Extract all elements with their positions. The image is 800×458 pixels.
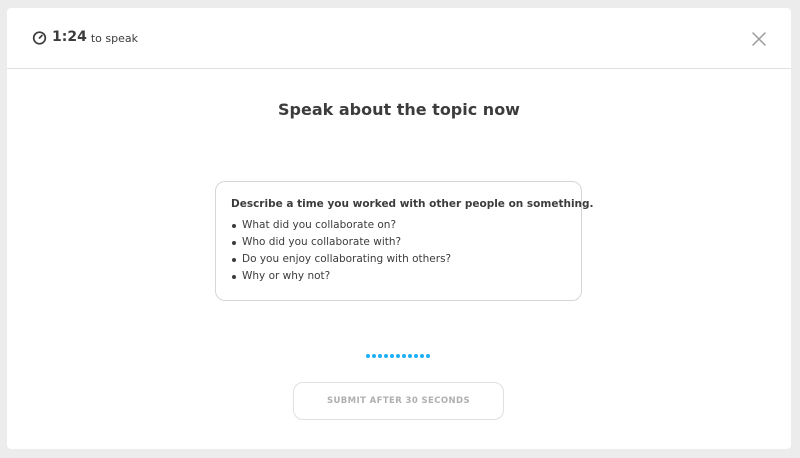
timer-value: 1:24 [52, 29, 87, 45]
page-title: Speak about the topic now [278, 100, 520, 119]
prompt-item: Do you enjoy collaborating with others? [231, 251, 566, 268]
speaking-modal: 1:24 to speak Speak about the topic now … [7, 8, 791, 449]
audio-level-dot [402, 354, 406, 358]
prompt-card: Describe a time you worked with other pe… [215, 181, 594, 301]
prompt-item: Why or why not? [231, 268, 566, 285]
audio-level-dot [426, 354, 430, 358]
timer: 1:24 to speak [32, 29, 138, 45]
audio-level-dot [366, 354, 370, 358]
audio-level-dot [378, 354, 382, 358]
audio-level-dot [372, 354, 376, 358]
audio-level-dot [390, 354, 394, 358]
close-icon [752, 32, 766, 46]
audio-level-dot [414, 354, 418, 358]
submit-button[interactable]: SUBMIT AFTER 30 SECONDS [293, 382, 504, 420]
prompt-item: Who did you collaborate with? [231, 234, 566, 251]
prompt-item-text: Do you enjoy collaborating with others? [242, 253, 452, 265]
bullet-icon [232, 223, 236, 228]
prompt-item-text: Who did you collaborate with? [242, 236, 402, 248]
audio-level-meter [366, 354, 430, 358]
audio-level-dot [408, 354, 412, 358]
prompt-list: What did you collaborate on? Who did you… [231, 217, 566, 285]
audio-level-dot [396, 354, 400, 358]
prompt-item-text: Why or why not? [242, 270, 331, 282]
bullet-icon [232, 257, 236, 262]
stopwatch-icon [32, 30, 47, 45]
close-button[interactable] [750, 30, 768, 48]
prompt-item: What did you collaborate on? [231, 217, 566, 234]
bullet-icon [232, 240, 236, 245]
bullet-icon [232, 274, 236, 279]
audio-level-dot [420, 354, 424, 358]
modal-header: 1:24 to speak [7, 8, 791, 69]
prompt-heading: Describe a time you worked with other pe… [231, 198, 594, 210]
timer-suffix: to speak [90, 31, 138, 45]
prompt-item-text: What did you collaborate on? [242, 219, 397, 231]
audio-level-dot [384, 354, 388, 358]
